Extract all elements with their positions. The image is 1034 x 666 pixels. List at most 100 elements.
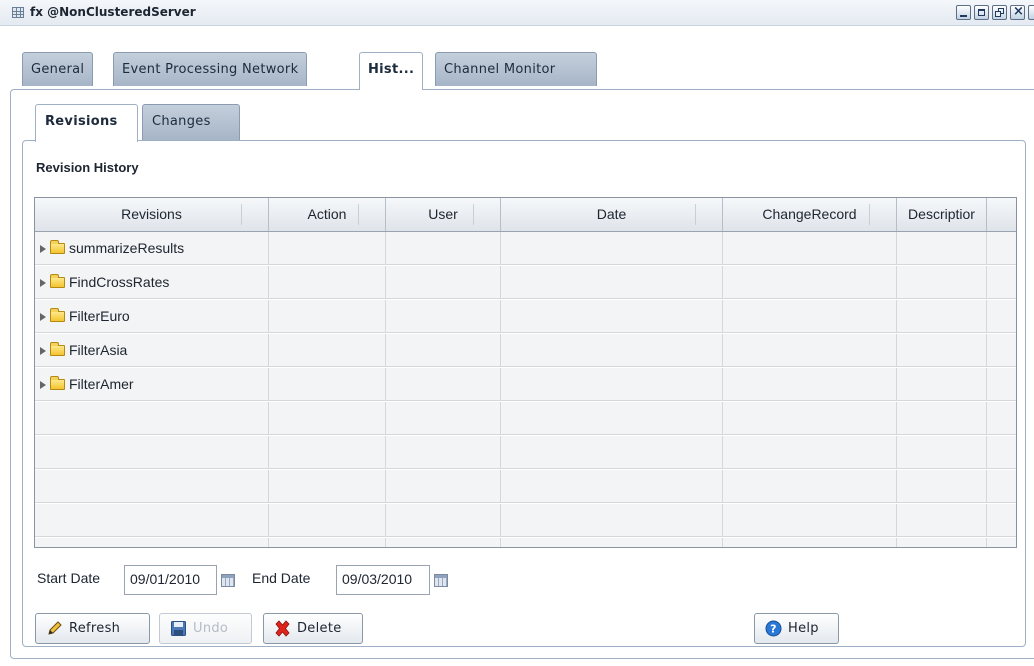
expand-arrow-icon[interactable] (40, 347, 46, 355)
revision-name: FilterAsia (69, 342, 128, 358)
table-cell (501, 266, 723, 298)
save-icon (170, 620, 187, 637)
table-cell (897, 300, 987, 332)
table-cell (269, 504, 386, 536)
table-cell (897, 402, 987, 434)
table-cell (386, 334, 501, 366)
start-date-input[interactable]: 09/01/2010 (124, 565, 217, 595)
table-row[interactable]: FilterAmer (35, 368, 1016, 401)
table-cell (35, 538, 269, 547)
table-cell (723, 300, 897, 332)
table-cell (897, 436, 987, 468)
table-cell (501, 402, 723, 434)
tab-history[interactable]: Hist... (359, 52, 424, 90)
table-cell (269, 300, 386, 332)
table-cell (897, 538, 987, 547)
section-title: Revision History (36, 160, 139, 175)
table-cell: FindCrossRates (35, 266, 269, 298)
help-icon: ? (765, 620, 782, 637)
help-button[interactable]: ? Help (754, 613, 839, 644)
close-icon[interactable]: × (1010, 4, 1025, 20)
table-cell (897, 334, 987, 366)
svg-text:?: ? (770, 623, 777, 636)
table-row (35, 504, 1016, 537)
grid-icon (12, 7, 24, 18)
table-row (35, 402, 1016, 435)
table-cell (897, 470, 987, 502)
table-row[interactable]: FilterEuro (35, 300, 1016, 333)
table-row (35, 538, 1016, 547)
table-cell (723, 266, 897, 298)
column-header-changerecord[interactable]: ChangeRecord (723, 198, 897, 231)
window-titlebar: fx @NonClusteredServer × (0, 0, 1034, 26)
table-cell (35, 470, 269, 502)
table-cell (269, 232, 386, 264)
expand-arrow-icon[interactable] (40, 245, 46, 253)
table-cell (501, 504, 723, 536)
table-cell: summarizeResults (35, 232, 269, 264)
table-cell (897, 232, 987, 264)
end-date-label: End Date (252, 570, 311, 586)
table-cell (897, 368, 987, 400)
table-cell: FilterAsia (35, 334, 269, 366)
table-cell (269, 402, 386, 434)
table-row[interactable]: FilterAsia (35, 334, 1016, 367)
table-row (35, 436, 1016, 469)
maximize-icon[interactable] (974, 5, 989, 20)
window-controls: × (956, 4, 1034, 20)
calendar-icon[interactable] (434, 574, 448, 587)
table-cell (386, 504, 501, 536)
calendar-icon[interactable] (221, 574, 235, 587)
tab-general[interactable]: General (22, 52, 94, 86)
start-date-label: Start Date (37, 570, 101, 586)
column-header-revisions[interactable]: Revisions (35, 198, 269, 231)
table-cell (269, 470, 386, 502)
expand-arrow-icon[interactable] (40, 313, 46, 321)
table-row[interactable]: summarizeResults (35, 232, 1016, 265)
table-cell (269, 334, 386, 366)
table-cell (723, 470, 897, 502)
table-cell (897, 266, 987, 298)
table-cell: FilterEuro (35, 300, 269, 332)
table-cell (386, 266, 501, 298)
tab-revisions[interactable]: Revisions (35, 104, 138, 142)
pencil-icon (46, 620, 63, 637)
table-cell (723, 368, 897, 400)
refresh-button[interactable]: Refresh (35, 613, 150, 644)
expand-arrow-icon[interactable] (40, 279, 46, 287)
revision-name: FindCrossRates (69, 274, 170, 290)
tab-changes[interactable]: Changes (142, 104, 240, 140)
table-cell (35, 402, 269, 434)
table-cell (386, 436, 501, 468)
table-cell (723, 402, 897, 434)
table-cell (723, 232, 897, 264)
tab-channel-monitor[interactable]: Channel Monitor (435, 52, 597, 86)
tab-event-processing-network[interactable]: Event Processing Network (113, 52, 308, 86)
column-header-description[interactable]: Descriptior (897, 198, 987, 231)
window-title: fx @NonClusteredServer (30, 5, 196, 19)
column-header-date[interactable]: Date (501, 198, 723, 231)
folder-icon (50, 342, 65, 356)
restore-icon[interactable] (992, 5, 1007, 20)
column-header-user[interactable]: User (386, 198, 501, 231)
column-header-action[interactable]: Action (269, 198, 386, 231)
end-date-input[interactable]: 09/03/2010 (336, 565, 430, 595)
table-row[interactable]: FindCrossRates (35, 266, 1016, 299)
table-cell (269, 538, 386, 547)
delete-icon (274, 620, 291, 637)
expand-arrow-icon[interactable] (40, 381, 46, 389)
undo-button[interactable]: Undo (159, 613, 252, 644)
revision-name: summarizeResults (69, 240, 185, 256)
folder-icon (50, 308, 65, 322)
table-cell (386, 300, 501, 332)
revision-table: Revisions Action User Date ChangeRecord … (34, 197, 1017, 548)
table-cell (501, 368, 723, 400)
table-cell (386, 470, 501, 502)
minimize-icon[interactable] (956, 5, 971, 20)
revision-name: FilterAmer (69, 376, 134, 392)
close-all-icon[interactable] (1028, 5, 1034, 20)
revision-name: FilterEuro (69, 308, 130, 324)
table-cell (501, 334, 723, 366)
delete-button[interactable]: Delete (263, 613, 363, 644)
table-cell (386, 402, 501, 434)
